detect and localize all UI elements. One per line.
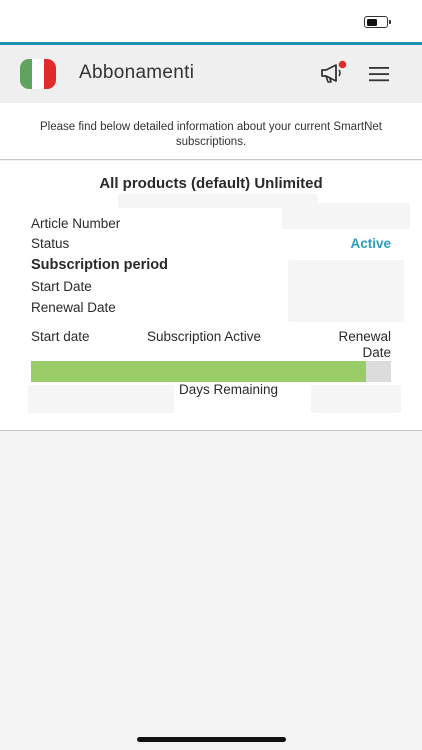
status-bar	[0, 0, 422, 42]
info-banner: Please find below detailed information a…	[0, 103, 422, 160]
article-number-label: Article Number	[31, 216, 121, 231]
battery-icon	[364, 16, 391, 28]
status-badge: Active	[350, 236, 391, 251]
renewal-date-label: Renewal Date	[31, 300, 116, 315]
megaphone-icon[interactable]	[318, 60, 348, 86]
status-label: Status	[31, 236, 70, 251]
italy-flag-icon[interactable]	[20, 59, 56, 89]
info-banner-text: Please find below detailed information a…	[40, 121, 382, 148]
days-remaining-label: Days Remaining	[179, 382, 279, 397]
timeline-end-label: Renewal Date	[338, 329, 391, 360]
article-number-value	[282, 203, 410, 229]
subscription-card: All products (default) Unlimited Article…	[0, 161, 422, 431]
home-indicator	[137, 737, 286, 742]
hamburger-menu-icon[interactable]	[368, 64, 390, 84]
timeline-start-label: Start date	[31, 329, 90, 344]
start-date-value	[28, 385, 174, 413]
timeline-middle-label: Subscription Active	[147, 329, 262, 344]
page-title: Abbonamenti	[79, 62, 195, 83]
subscription-title: All products (default) Unlimited	[99, 175, 323, 192]
subscription-progress-bar	[31, 361, 391, 382]
subscription-progress-fill	[31, 361, 366, 382]
notification-dot-icon	[338, 60, 347, 69]
period-dates-value	[288, 260, 404, 322]
subscription-period-heading: Subscription period	[31, 257, 168, 273]
start-date-label: Start Date	[31, 279, 92, 294]
renewal-date-value	[311, 385, 401, 413]
app-header: Abbonamenti	[0, 45, 422, 103]
